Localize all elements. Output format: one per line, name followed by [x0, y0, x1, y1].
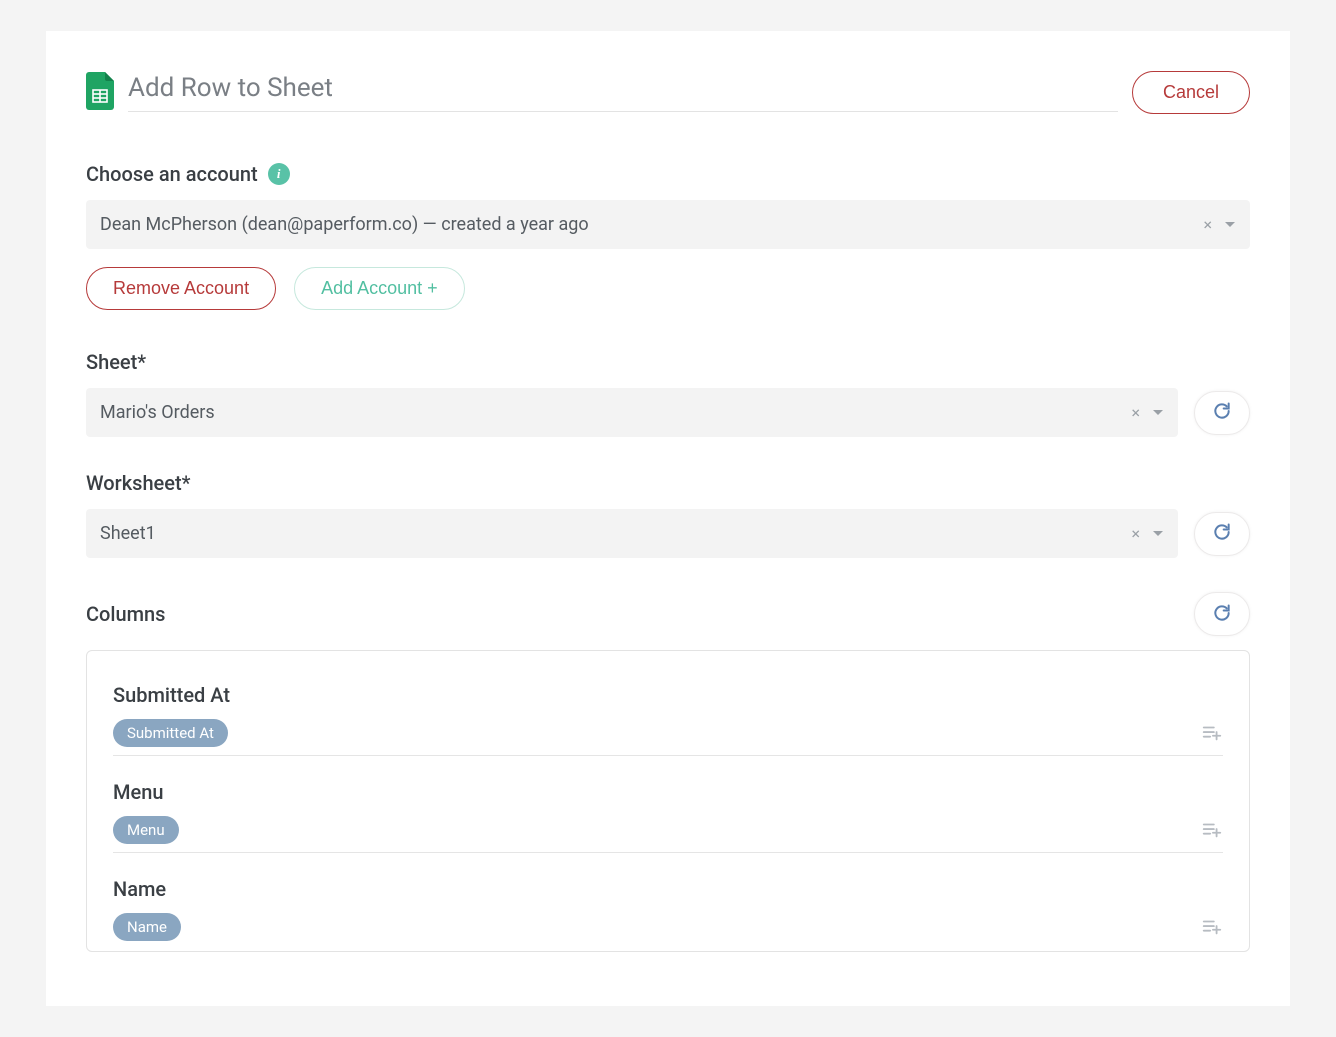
account-clear-icon[interactable]: × — [1195, 215, 1220, 234]
columns-refresh-button[interactable] — [1194, 592, 1250, 636]
column-label: Name — [113, 877, 1223, 901]
column-item: Name Name — [113, 863, 1223, 951]
account-select[interactable]: Dean McPherson (dean@paperform.co) — cre… — [86, 200, 1250, 249]
account-selected-value: Dean McPherson (dean@paperform.co) — cre… — [100, 214, 1195, 235]
columns-section-label: Columns — [86, 602, 165, 626]
add-mapping-icon[interactable] — [1201, 722, 1223, 744]
title-wrap: Add Row to Sheet — [128, 73, 1118, 112]
worksheet-selected-value: Sheet1 — [100, 523, 1123, 544]
refresh-icon — [1212, 522, 1232, 545]
cancel-button[interactable]: Cancel — [1132, 71, 1250, 114]
worksheet-clear-icon[interactable]: × — [1123, 524, 1148, 543]
panel-title: Add Row to Sheet — [128, 73, 1118, 103]
mapping-chip[interactable]: Name — [113, 913, 181, 941]
columns-box: Submitted At Submitted At — [86, 650, 1250, 952]
account-section-label: Choose an account i — [86, 162, 1250, 186]
panel-header: Add Row to Sheet Cancel — [86, 71, 1250, 114]
column-item: Submitted At Submitted At — [113, 669, 1223, 766]
sheet-refresh-button[interactable] — [1194, 391, 1250, 435]
column-item: Menu Menu — [113, 766, 1223, 863]
mapping-chip[interactable]: Submitted At — [113, 719, 228, 747]
add-mapping-icon[interactable] — [1201, 819, 1223, 841]
worksheet-select[interactable]: Sheet1 × — [86, 509, 1178, 558]
info-icon[interactable]: i — [268, 163, 290, 185]
sheet-clear-icon[interactable]: × — [1123, 403, 1148, 422]
add-mapping-icon[interactable] — [1201, 916, 1223, 938]
integration-panel: Add Row to Sheet Cancel Choose an accoun… — [46, 31, 1290, 1006]
refresh-icon — [1212, 401, 1232, 424]
sheet-selected-value: Mario's Orders — [100, 402, 1123, 423]
add-account-button[interactable]: Add Account + — [294, 267, 465, 310]
chevron-down-icon[interactable] — [1148, 530, 1164, 538]
sheet-select[interactable]: Mario's Orders × — [86, 388, 1178, 437]
refresh-icon — [1212, 603, 1232, 626]
sheet-section: Sheet* Mario's Orders × — [86, 350, 1250, 437]
google-sheets-icon — [86, 72, 114, 114]
worksheet-section: Worksheet* Sheet1 × — [86, 471, 1250, 558]
columns-section: Columns Submitted At Submitted At — [86, 592, 1250, 952]
chevron-down-icon[interactable] — [1220, 221, 1236, 229]
column-label: Submitted At — [113, 683, 1223, 707]
remove-account-button[interactable]: Remove Account — [86, 267, 276, 310]
worksheet-refresh-button[interactable] — [1194, 512, 1250, 556]
mapping-chip[interactable]: Menu — [113, 816, 179, 844]
account-label-text: Choose an account — [86, 162, 258, 186]
column-label: Menu — [113, 780, 1223, 804]
chevron-down-icon[interactable] — [1148, 409, 1164, 417]
account-actions: Remove Account Add Account + — [86, 267, 1250, 310]
account-section: Choose an account i Dean McPherson (dean… — [86, 162, 1250, 310]
sheet-section-label: Sheet* — [86, 350, 1250, 374]
worksheet-section-label: Worksheet* — [86, 471, 1250, 495]
